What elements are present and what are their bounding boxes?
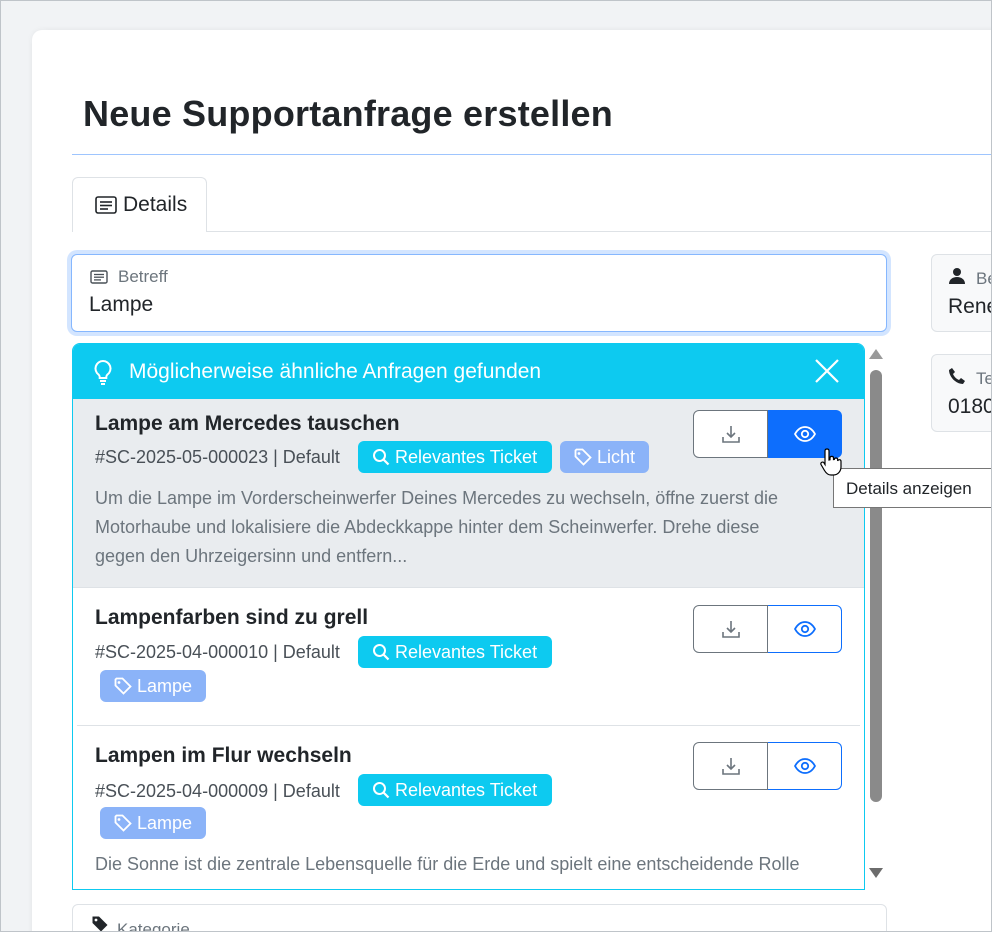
download-button[interactable] [693, 742, 768, 790]
download-button[interactable] [693, 410, 768, 458]
title-divider [72, 154, 991, 155]
tag-icon [114, 814, 132, 832]
relevant-ticket-button[interactable]: Relevantes Ticket [358, 636, 553, 668]
tab-details[interactable]: Details [72, 177, 207, 232]
tooltip: Details anzeigen [833, 468, 991, 508]
page-title: Neue Supportanfrage erstellen [83, 93, 613, 134]
tag-label: Lampe [137, 675, 193, 696]
scroll-up-arrow[interactable] [869, 349, 883, 359]
tag-badge: Licht [560, 441, 650, 473]
phone-label: Te [976, 369, 991, 388]
tab-divider [207, 231, 991, 232]
search-icon [373, 449, 390, 466]
relevant-ticket-label: Relevantes Ticket [395, 446, 538, 467]
category-label: Kategorie [117, 920, 190, 932]
download-icon [721, 758, 740, 775]
phone-field[interactable]: Te 0180 [931, 354, 992, 432]
tag-icon [92, 916, 108, 931]
person-label: Be [976, 269, 991, 288]
eye-icon [793, 758, 816, 774]
suggestions-header: Möglicherweise ähnliche Anfragen gefunde… [73, 344, 864, 399]
tag-badge: Lampe [100, 807, 207, 839]
eye-icon [793, 621, 816, 637]
list-item[interactable]: Lampe am Mercedes tauschen #SC-2025-05-0… [73, 399, 864, 588]
item-title: Lampe am Mercedes tauschen [95, 412, 400, 435]
scrollbar-thumb[interactable] [870, 370, 882, 802]
window-frame: Neue Supportanfrage erstellen Details Be… [0, 0, 992, 932]
subject-label: Betreff [118, 267, 168, 286]
item-meta: #SC-2025-05-000023 | Default [95, 447, 340, 467]
view-button[interactable] [768, 742, 842, 790]
relevant-ticket-label: Relevantes Ticket [395, 641, 538, 662]
tag-badge: Lampe [100, 670, 207, 702]
scroll-down-arrow[interactable] [869, 868, 883, 878]
suggestions-panel: Möglicherweise ähnliche Anfragen gefunde… [72, 343, 865, 890]
item-description: Die Sonne ist die zentrale Lebensquelle … [95, 850, 815, 879]
item-meta: #SC-2025-04-000009 | Default [95, 781, 340, 801]
item-actions [693, 742, 842, 790]
tag-label: Lampe [137, 812, 193, 833]
desc-line: gegen den Uhrzeigersinn und entfern... [95, 546, 408, 566]
tag-icon [114, 677, 132, 695]
download-icon [721, 426, 740, 443]
subject-label-wrap: Betreff [90, 267, 168, 287]
person-value: Rene [948, 295, 991, 318]
download-icon [721, 621, 740, 638]
item-title: Lampenfarben sind zu grell [95, 606, 369, 629]
item-actions [693, 605, 842, 653]
phone-icon [949, 368, 965, 384]
suggestions-title: Möglicherweise ähnliche Anfragen gefunde… [129, 359, 542, 383]
person-field[interactable]: Be Rene [931, 254, 991, 332]
list-item[interactable]: Lampen im Flur wechseln #SC-2025-04-0000… [73, 726, 864, 889]
item-title: Lampen im Flur wechseln [95, 744, 352, 767]
tag-label: Licht [597, 446, 636, 467]
tab-label: Details [123, 193, 188, 216]
category-field[interactable]: Kategorie [72, 904, 887, 932]
person-icon [949, 268, 965, 284]
list-icon [95, 196, 117, 214]
desc-line: Die Sonne ist die zentrale Lebensquelle … [95, 854, 800, 874]
view-button[interactable] [768, 605, 842, 653]
list-icon [90, 270, 108, 284]
search-icon [373, 644, 390, 661]
item-meta: #SC-2025-04-000010 | Default [95, 642, 340, 662]
subject-field[interactable]: Betreff [71, 254, 887, 332]
subject-input[interactable] [89, 293, 789, 317]
tag-icon [574, 448, 592, 466]
close-icon[interactable] [814, 358, 840, 390]
search-icon [373, 782, 390, 799]
relevant-ticket-label: Relevantes Ticket [395, 779, 538, 800]
relevant-ticket-button[interactable]: Relevantes Ticket [358, 774, 553, 806]
desc-line: Um die Lampe im Vorderscheinwerfer Deine… [95, 488, 778, 508]
desc-line: Motorhaube und lokalisiere die Abdeckkap… [95, 517, 760, 537]
relevant-ticket-button[interactable]: Relevantes Ticket [358, 441, 553, 473]
list-item[interactable]: Lampenfarben sind zu grell #SC-2025-04-0… [77, 588, 860, 726]
eye-icon [793, 426, 816, 442]
item-description: Um die Lampe im Vorderscheinwerfer Deine… [95, 484, 815, 571]
phone-value: 0180 [948, 395, 992, 418]
download-button[interactable] [693, 605, 768, 653]
hand-cursor-icon [819, 447, 843, 482]
lightbulb-icon [93, 359, 113, 385]
